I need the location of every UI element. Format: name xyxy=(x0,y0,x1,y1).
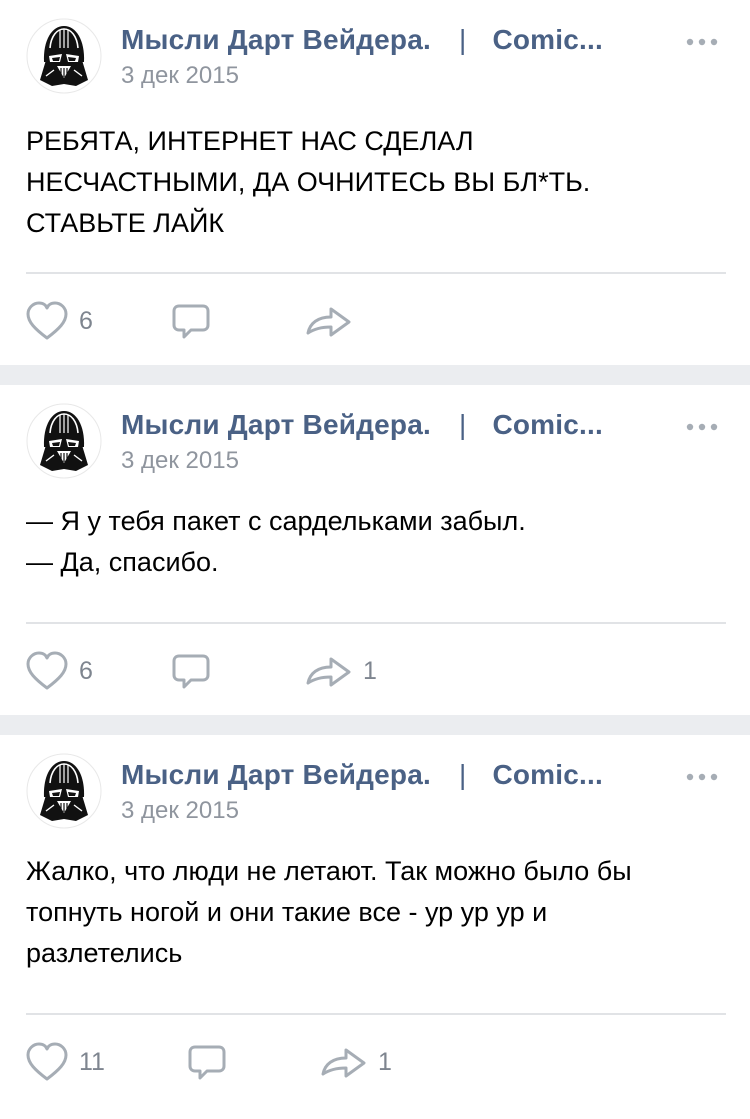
post-text: РЕБЯТА, ИНТЕРНЕТ НАС СДЕЛАЛ НЕСЧАСТНЫМИ,… xyxy=(26,126,591,238)
comment-icon xyxy=(172,304,210,339)
author-name[interactable]: Мысли Дарт Вейдера. xyxy=(121,24,431,55)
more-dots-icon[interactable] xyxy=(684,767,720,787)
post-actions: 11 1 xyxy=(0,1037,750,1087)
post-header: Мысли Дарт Вейдера. | Comic... 3 дек 2015 xyxy=(0,385,750,495)
avatar[interactable] xyxy=(26,18,102,94)
post-card: Мысли Дарт Вейдера. | Comic... 3 дек 2015 … xyxy=(0,735,750,1119)
comment-button[interactable] xyxy=(171,296,221,346)
comment-button[interactable] xyxy=(171,646,221,696)
heart-icon xyxy=(26,1042,68,1081)
source-name[interactable]: Comic... xyxy=(492,409,603,440)
post-actions: 6 xyxy=(0,296,750,346)
author-separator: | xyxy=(458,409,467,440)
post-date: 3 дек 2015 xyxy=(121,447,239,474)
heart-icon xyxy=(26,301,68,340)
source-name[interactable]: Comic... xyxy=(492,759,603,790)
divider xyxy=(26,272,726,274)
divider xyxy=(26,622,726,624)
author-separator: | xyxy=(458,24,467,55)
avatar[interactable] xyxy=(26,753,102,829)
author-separator: | xyxy=(458,759,467,790)
divider xyxy=(26,1013,726,1015)
share-count: 1 xyxy=(363,656,377,685)
like-count: 11 xyxy=(79,1047,105,1076)
avatar[interactable] xyxy=(26,403,102,479)
share-icon xyxy=(321,1048,366,1078)
post-author-line[interactable]: Мысли Дарт Вейдера. | Comic... xyxy=(121,24,661,60)
like-button[interactable]: 11 xyxy=(25,1037,105,1087)
comment-button[interactable] xyxy=(187,1037,237,1087)
more-dots-icon[interactable] xyxy=(684,32,720,52)
post-card: Мысли Дарт Вейдера. | Comic... 3 дек 2015 … xyxy=(0,0,750,365)
share-count: 1 xyxy=(378,1047,392,1076)
comment-icon xyxy=(172,654,210,689)
post-text: Жалко, что люди не летают. Так можно был… xyxy=(26,856,632,968)
more-dots-icon[interactable] xyxy=(684,417,720,437)
share-button[interactable] xyxy=(305,296,363,346)
feed-separator xyxy=(0,365,750,385)
share-icon xyxy=(306,657,351,687)
post-date: 3 дек 2015 xyxy=(121,62,239,89)
post-header: Мысли Дарт Вейдера. | Comic... 3 дек 2015 xyxy=(0,0,750,110)
news-feed: Мысли Дарт Вейдера. | Comic... 3 дек 2015 … xyxy=(0,0,750,1119)
like-count: 6 xyxy=(79,656,93,685)
post-card: Мысли Дарт Вейдера. | Comic... 3 дек 2015 … xyxy=(0,385,750,715)
heart-icon xyxy=(26,651,68,690)
author-name[interactable]: Мысли Дарт Вейдера. xyxy=(121,759,431,790)
source-name[interactable]: Comic... xyxy=(492,24,603,55)
post-text: — Я у тебя пакет с сардельками забыл. — … xyxy=(26,506,526,577)
comment-icon xyxy=(188,1045,226,1080)
share-button[interactable]: 1 xyxy=(305,646,377,696)
post-header: Мысли Дарт Вейдера. | Comic... 3 дек 2015 xyxy=(0,735,750,845)
feed-separator xyxy=(0,715,750,735)
post-author-line[interactable]: Мысли Дарт Вейдера. | Comic... xyxy=(121,409,661,445)
author-name[interactable]: Мысли Дарт Вейдера. xyxy=(121,409,431,440)
post-date: 3 дек 2015 xyxy=(121,797,239,824)
post-actions: 6 1 xyxy=(0,646,750,696)
like-button[interactable]: 6 xyxy=(25,296,93,346)
share-button[interactable]: 1 xyxy=(320,1037,392,1087)
like-count: 6 xyxy=(79,306,93,335)
like-button[interactable]: 6 xyxy=(25,646,93,696)
share-icon xyxy=(306,307,351,337)
post-author-line[interactable]: Мысли Дарт Вейдера. | Comic... xyxy=(121,759,661,795)
